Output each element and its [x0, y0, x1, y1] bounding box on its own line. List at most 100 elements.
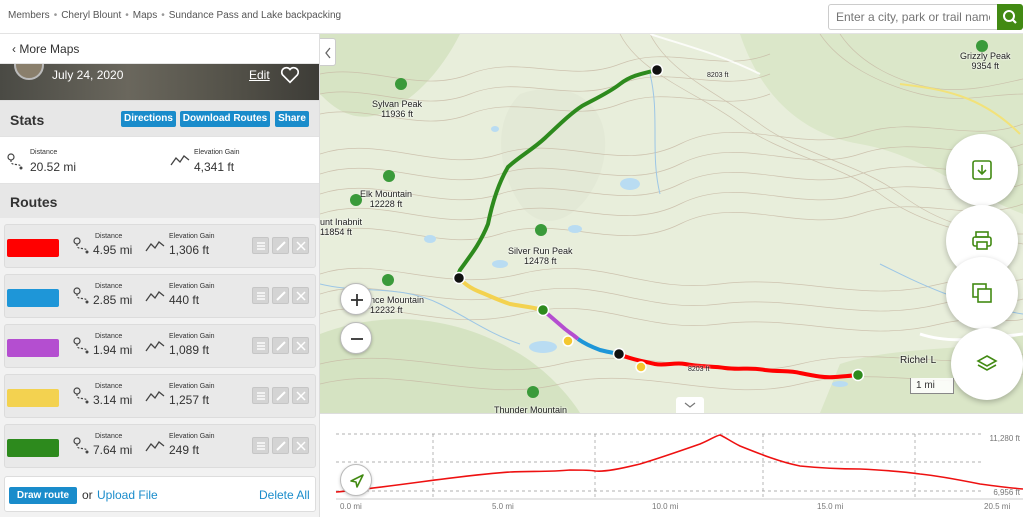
- route-row[interactable]: Distance 4.95 mi Elevation Gain 1,306 ft: [4, 224, 316, 268]
- route-distance-icon: [73, 337, 89, 354]
- map-canvas[interactable]: Sylvan Peak 11936 ft Elk Mountain 12228 ft…: [320, 34, 1023, 413]
- route-color-swatch[interactable]: [7, 239, 59, 257]
- download-routes-button[interactable]: Download Routes: [180, 111, 270, 127]
- elevation-gain-icon: [145, 341, 165, 352]
- route-endpoint-marker: [650, 63, 664, 77]
- more-maps-link[interactable]: ‹ More Maps: [0, 34, 319, 64]
- map-header: July 24, 2020 Edit: [0, 64, 319, 100]
- route-details-button[interactable]: [252, 337, 269, 354]
- search-input[interactable]: [828, 4, 998, 30]
- locate-button[interactable]: [340, 464, 372, 496]
- chevron-left-icon: ‹: [12, 42, 16, 56]
- route-row[interactable]: Distance 2.85 mi Elevation Gain 440 ft: [4, 274, 316, 318]
- route-row[interactable]: Distance 1.94 mi Elevation Gain 1,089 ft: [4, 324, 316, 368]
- route-row[interactable]: Distance 7.64 mi Elevation Gain 249 ft: [4, 424, 316, 468]
- route-details-button[interactable]: [252, 287, 269, 304]
- plus-icon: [351, 294, 363, 306]
- share-button[interactable]: Share: [275, 111, 309, 127]
- route-row[interactable]: Distance 3.14 mi Elevation Gain 1,257 ft: [4, 374, 316, 418]
- copy-map-button[interactable]: [946, 257, 1018, 329]
- elevation-toggle[interactable]: [676, 397, 704, 413]
- peak-icon: [383, 170, 395, 182]
- edit-link[interactable]: Edit: [249, 68, 270, 82]
- route-distance-icon: [73, 437, 89, 454]
- distance-value: 3.14 mi: [93, 393, 133, 407]
- peak-icon: [395, 78, 407, 90]
- distance-label: Distance: [95, 383, 123, 390]
- elevation-gain-icon: [145, 441, 165, 452]
- red-route-line: [618, 352, 859, 380]
- close-icon: [296, 441, 306, 451]
- route-endpoint-marker: [452, 271, 466, 285]
- search-button[interactable]: [997, 4, 1023, 30]
- route-distance: Distance 1.94 mi: [69, 333, 139, 363]
- directions-button[interactable]: Directions: [121, 111, 176, 127]
- gain-value: 1,257 ft: [169, 393, 210, 407]
- route-delete-button[interactable]: [292, 237, 309, 254]
- route-edit-button[interactable]: [272, 337, 289, 354]
- close-icon: [296, 241, 306, 251]
- map-date: July 24, 2020: [52, 68, 124, 82]
- map-layers-button[interactable]: [951, 328, 1023, 400]
- copy-icon: [972, 283, 992, 303]
- list-icon: [257, 442, 265, 450]
- route-distance-icon: [73, 387, 89, 404]
- layers-icon: [976, 355, 998, 371]
- route-details-button[interactable]: [252, 237, 269, 254]
- zoom-in-button[interactable]: [340, 283, 372, 315]
- map-label-mount-inabnit: unt Inabnit 11854 ft: [320, 217, 363, 237]
- breadcrumb-maps[interactable]: Maps: [133, 10, 157, 21]
- upload-file-link[interactable]: Upload File: [97, 488, 158, 502]
- gain-label: Elevation Gain: [169, 383, 215, 390]
- collapse-sidebar-button[interactable]: [320, 38, 336, 66]
- elevation-chart: 11,280 ft 6,956 ft 0.0 mi 5.0 mi 10.0 mi…: [335, 433, 1023, 511]
- route-color-swatch[interactable]: [7, 389, 59, 407]
- delete-all-link[interactable]: Delete All: [259, 488, 310, 502]
- route-color-swatch[interactable]: [7, 289, 59, 307]
- route-edit-button[interactable]: [272, 437, 289, 454]
- distance-value: 2.85 mi: [93, 293, 133, 307]
- route-distance: Distance 4.95 mi: [69, 233, 139, 263]
- app-root: Members • Cheryl Blount • Maps • Sundance Pass…: [0, 0, 1023, 517]
- route-details-button[interactable]: [252, 437, 269, 454]
- distance-label: Distance: [95, 433, 123, 440]
- contour-label: 8203 ft: [688, 366, 710, 373]
- download-map-button[interactable]: [946, 134, 1018, 206]
- more-maps-label: More Maps: [19, 42, 80, 56]
- draw-route-button[interactable]: Draw route: [9, 487, 77, 504]
- route-edit-button[interactable]: [272, 387, 289, 404]
- route-distance: Distance 2.85 mi: [69, 283, 139, 313]
- route-color-swatch[interactable]: [7, 439, 59, 457]
- route-elevation-gain: Elevation Gain 1,306 ft: [145, 233, 245, 263]
- avatar[interactable]: [14, 64, 44, 80]
- route-delete-button[interactable]: [292, 287, 309, 304]
- map-label-richel: Richel L: [900, 355, 937, 366]
- route-details-button[interactable]: [252, 387, 269, 404]
- route-distance-icon: [7, 153, 23, 170]
- contour-label: 8203 ft: [707, 72, 729, 79]
- route-distance-icon: [73, 287, 89, 304]
- or-text: or: [82, 488, 93, 502]
- route-elevation-gain: Elevation Gain 249 ft: [145, 433, 245, 463]
- breadcrumb-members[interactable]: Members: [8, 10, 50, 21]
- heart-icon[interactable]: [279, 64, 301, 86]
- distance-value: 1.94 mi: [93, 343, 133, 357]
- route-edit-button[interactable]: [272, 237, 289, 254]
- elevation-profile[interactable]: 11,280 ft 6,956 ft 0.0 mi 5.0 mi 10.0 mi…: [320, 413, 1023, 517]
- route-color-swatch[interactable]: [7, 339, 59, 357]
- route-delete-button[interactable]: [292, 387, 309, 404]
- chevron-down-icon: [684, 402, 696, 408]
- total-distance: Distance 20.52 mi: [6, 149, 126, 179]
- route-delete-button[interactable]: [292, 337, 309, 354]
- zoom-out-button[interactable]: [340, 322, 372, 354]
- route-waypoint-marker: [536, 303, 550, 317]
- gain-value: 4,341 ft: [194, 160, 235, 174]
- route-distance: Distance 3.14 mi: [69, 383, 139, 413]
- gain-value: 249 ft: [169, 443, 200, 457]
- route-delete-button[interactable]: [292, 437, 309, 454]
- breadcrumb-user[interactable]: Cheryl Blount: [61, 10, 121, 21]
- x-tick-label: 5.0 mi: [492, 502, 514, 511]
- elevation-max-label: 11,280 ft: [989, 434, 1020, 443]
- route-edit-button[interactable]: [272, 287, 289, 304]
- route-actions: Draw route or Upload File Delete All: [4, 476, 316, 512]
